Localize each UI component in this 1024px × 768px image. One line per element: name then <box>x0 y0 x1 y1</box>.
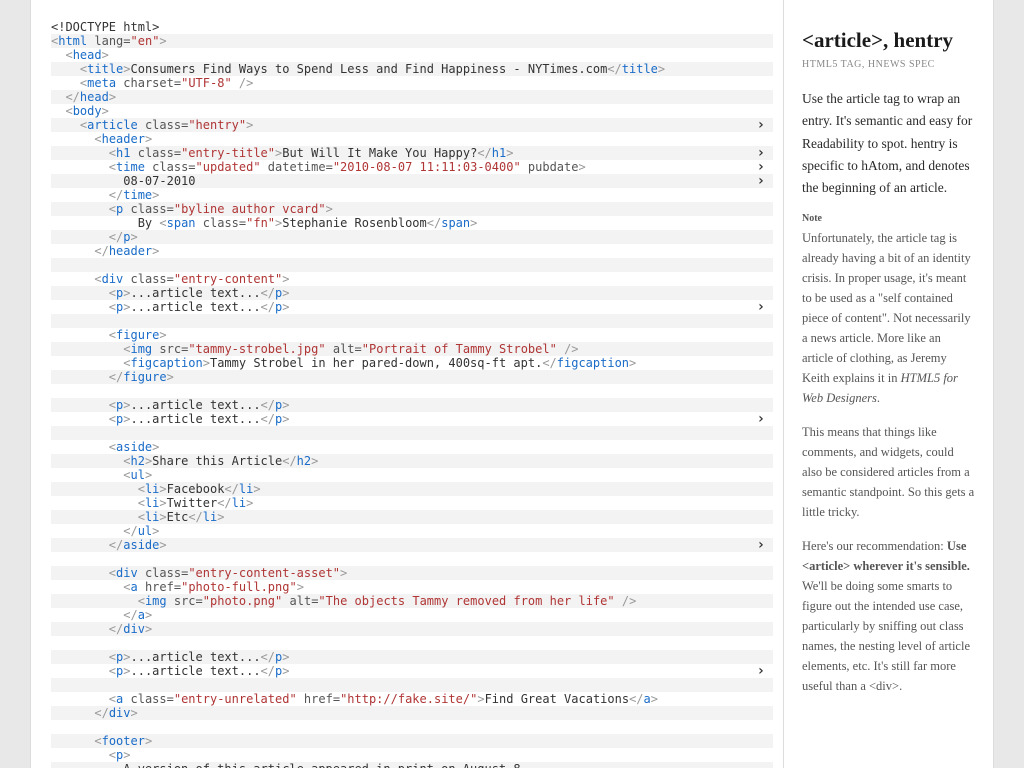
arrow-icon: › <box>757 664 765 678</box>
arrow-icon: › <box>757 174 765 188</box>
note-label: Note <box>802 213 975 224</box>
arrow-icon: › <box>757 160 765 174</box>
note-paragraph: Here's our recommendation: Use <article>… <box>802 536 975 696</box>
sidebar-intro: Use the article tag to wrap an entry. It… <box>802 88 975 199</box>
code-line: <html lang="en"> <box>51 34 773 48</box>
code-panel: <!DOCTYPE html> <html lang="en"> <head> … <box>31 0 783 768</box>
note-paragraph: This means that things like comments, an… <box>802 422 975 522</box>
arrow-icon: › <box>757 538 765 552</box>
arrow-icon: › <box>757 118 765 132</box>
sidebar-meta: HTML5 TAG, HNEWS SPEC <box>802 59 975 70</box>
arrow-icon: › <box>757 300 765 314</box>
note-paragraph: Unfortunately, the article tag is alread… <box>802 228 975 408</box>
sidebar: <article>, hentry HTML5 TAG, HNEWS SPEC … <box>783 0 993 768</box>
code-line: <!DOCTYPE html> <box>51 20 773 34</box>
sidebar-title: <article>, hentry <box>802 28 975 53</box>
arrow-icon: › <box>757 412 765 426</box>
arrow-icon: › <box>757 146 765 160</box>
